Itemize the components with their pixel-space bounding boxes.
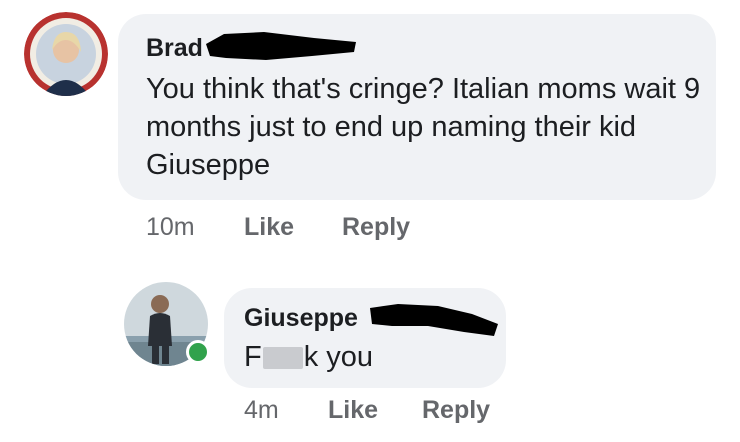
censored-blur [262,347,303,370]
comment-text: Fk you [244,338,373,376]
profile-picture-icon [24,12,108,96]
comment-time: 10m [146,213,195,241]
comment-author-name[interactable]: Brad [146,36,203,61]
comment-text-end: k you [303,341,374,373]
comment-time: 4m [244,396,279,424]
comment-text: You think that's cringe? Italian moms wa… [146,73,701,181]
like-button[interactable]: Like [328,398,378,423]
redaction-mark [370,304,498,336]
like-button[interactable]: Like [244,215,294,240]
avatar-brad[interactable] [24,12,108,96]
online-status-indicator [186,340,210,364]
comment-text-start: F [244,341,262,373]
redaction-mark [206,32,356,60]
comment-author-name[interactable]: Giuseppe [244,306,358,331]
reply-button[interactable]: Reply [422,398,490,423]
reply-button[interactable]: Reply [342,215,410,240]
